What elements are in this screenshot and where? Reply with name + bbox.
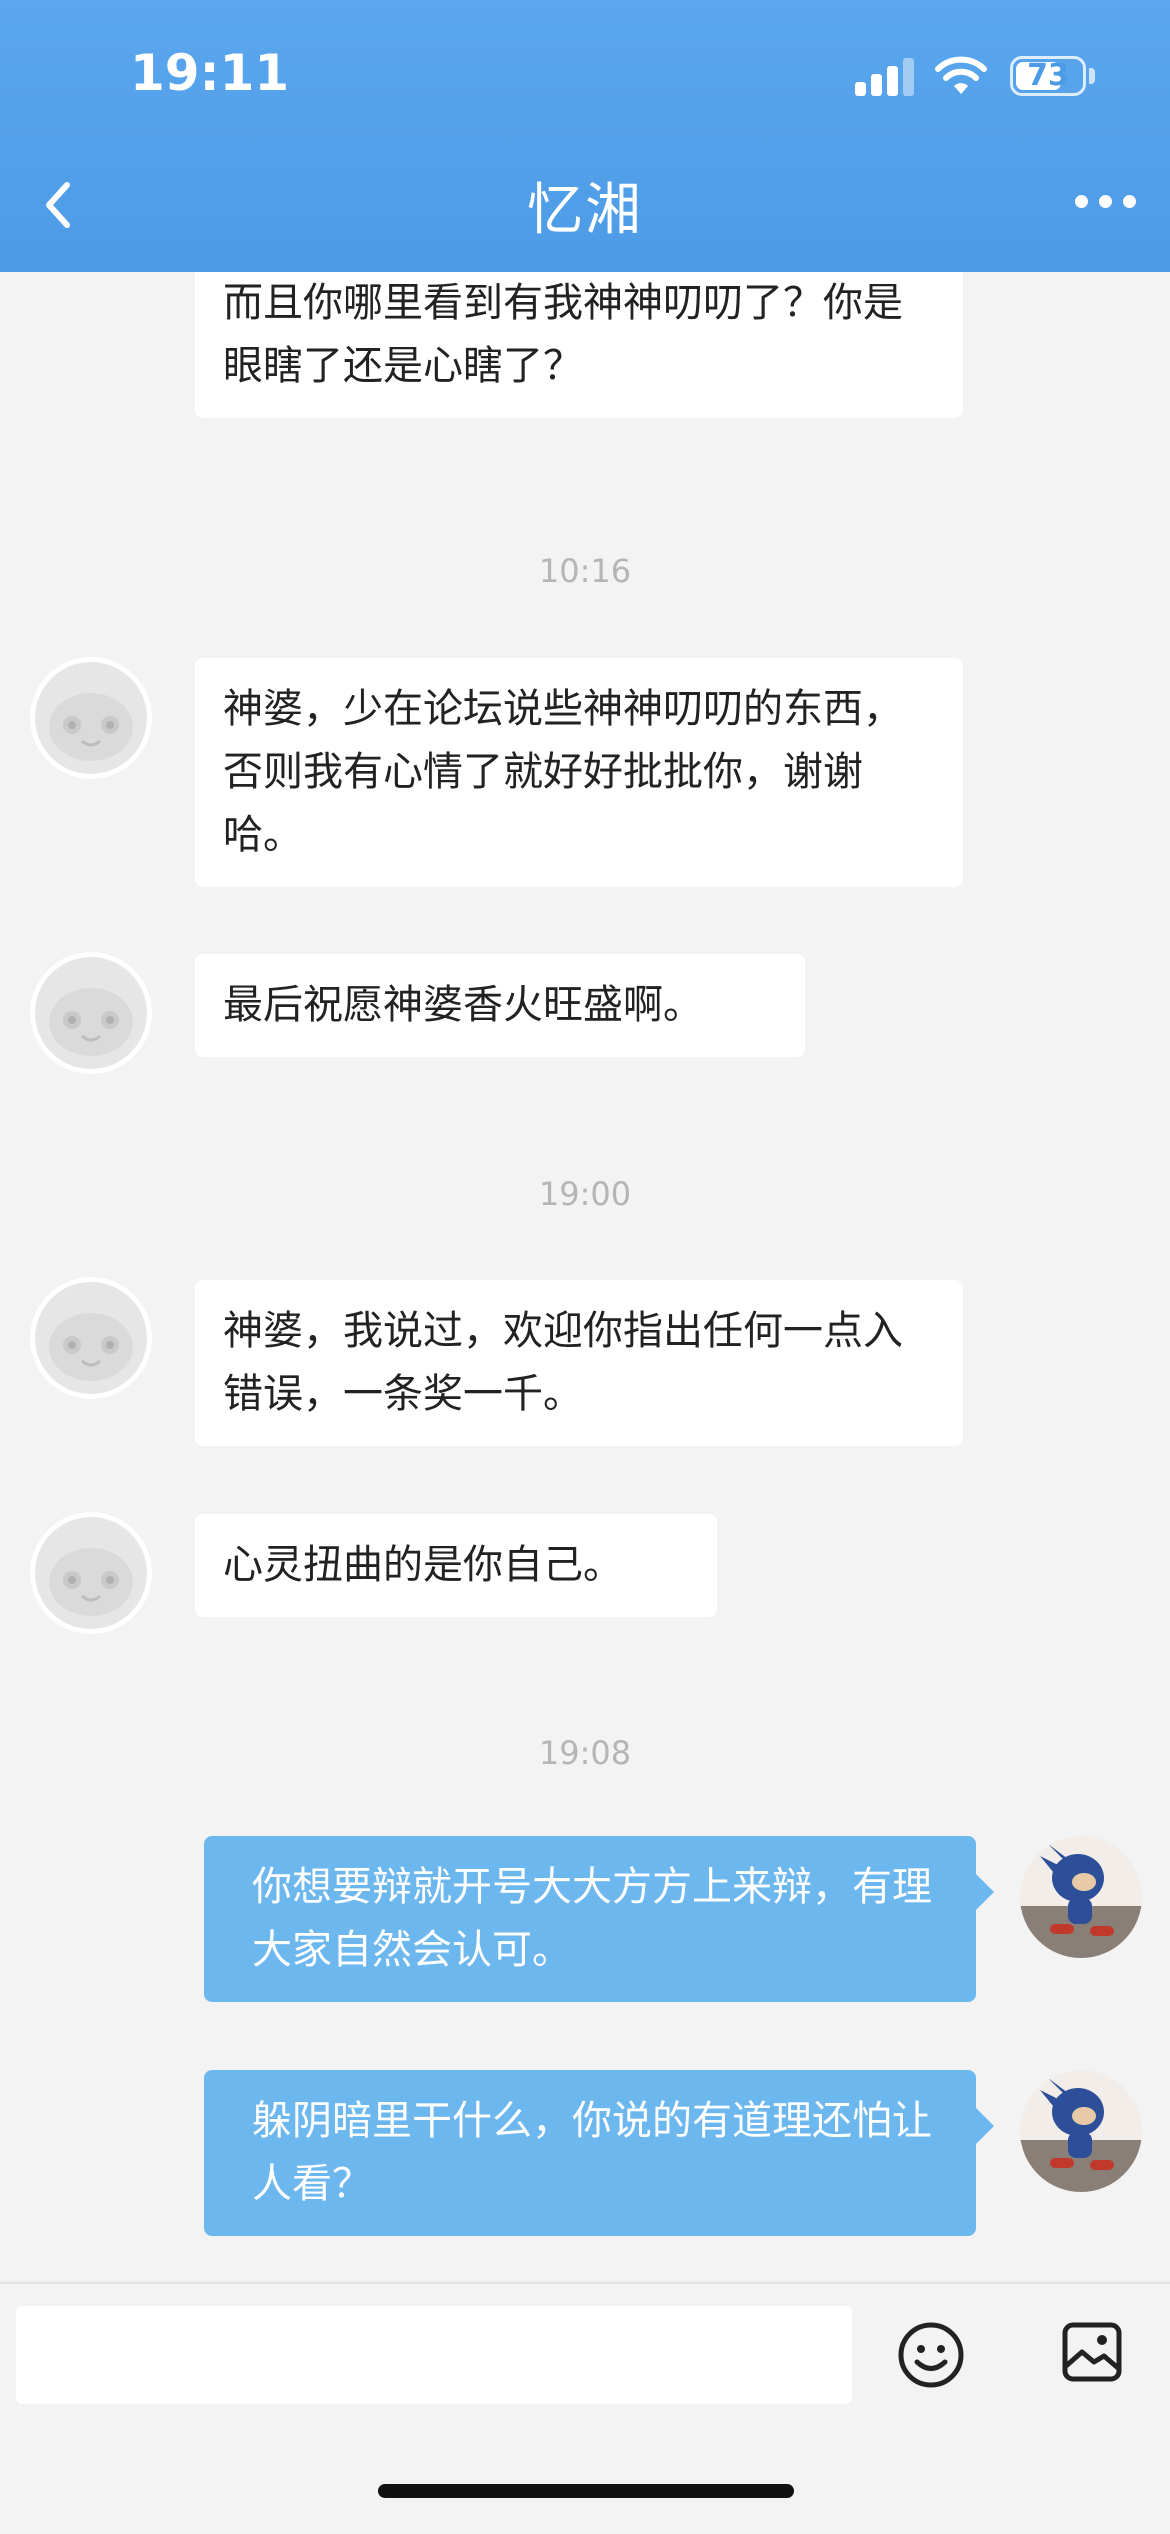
message-bubble-outgoing[interactable]: 躲阴暗里干什么，你说的有道理还怕让人看？	[204, 2070, 994, 2236]
page-title: 忆湘	[527, 178, 643, 243]
wifi-icon	[935, 56, 987, 94]
default-avatar-icon[interactable]	[30, 952, 152, 1074]
message-text: 神婆，少在论坛说些神神叨叨的东西，否则我有心情了就好好批批你，谢谢哈。	[223, 686, 903, 858]
message-timestamp: 19:08	[538, 1734, 632, 1772]
message-text: 完时要误机，也好意思大谈自己有道。而且你哪里看到有我神神叨叨了？你是眼瞎了还是心…	[223, 280, 903, 389]
message-bubble-incoming[interactable]: 最后祝愿神婆香火旺盛啊。	[195, 954, 805, 1057]
top-bar: 19:11 73 忆湘	[0, 0, 1170, 272]
message-bubble-incoming[interactable]: 神婆，我说过，欢迎你指出任何一点入错误，一条奖一千。	[195, 1280, 963, 1446]
home-indicator[interactable]	[378, 2484, 794, 2498]
battery-tip	[1089, 68, 1095, 84]
battery-percentage: 73	[1027, 58, 1069, 93]
message-text: 最后祝愿神婆香火旺盛啊。	[223, 982, 703, 1028]
user-avatar-icon[interactable]	[1020, 1836, 1142, 1958]
more-dots-icon[interactable]	[1075, 195, 1139, 215]
message-text: 躲阴暗里干什么，你说的有道理还怕让人看？	[252, 2098, 932, 2207]
message-bubble-outgoing[interactable]: 你想要辩就开号大大方方上来辩，有理大家自然会认可。	[204, 1836, 994, 2002]
message-bubble-incoming[interactable]: 完时要误机，也好意思大谈自己有道。而且你哪里看到有我神神叨叨了？你是眼瞎了还是心…	[195, 272, 963, 418]
message-bubble-incoming[interactable]: 心灵扭曲的是你自己。	[195, 1514, 717, 1617]
image-icon[interactable]	[1060, 2320, 1124, 2384]
message-timestamp: 10:16	[538, 552, 632, 590]
status-time: 19:11	[130, 44, 290, 102]
message-timestamp: 19:00	[538, 1175, 632, 1213]
message-input[interactable]	[16, 2306, 852, 2404]
cellular-signal-icon	[855, 58, 917, 96]
battery-icon: 73	[1010, 56, 1086, 96]
message-list[interactable]: 完时要误机，也好意思大谈自己有道。而且你哪里看到有我神神叨叨了？你是眼瞎了还是心…	[0, 272, 1170, 2282]
message-text: 你想要辩就开号大大方方上来辩，有理大家自然会认可。	[252, 1864, 932, 1973]
message-text: 心灵扭曲的是你自己。	[223, 1542, 623, 1588]
message-text: 神婆，我说过，欢迎你指出任何一点入错误，一条奖一千。	[223, 1308, 903, 1417]
default-avatar-icon[interactable]	[30, 1512, 152, 1634]
default-avatar-icon[interactable]	[30, 657, 152, 779]
user-avatar-icon[interactable]	[1020, 2070, 1142, 2192]
default-avatar-icon[interactable]	[30, 1277, 152, 1399]
message-bubble-incoming[interactable]: 神婆，少在论坛说些神神叨叨的东西，否则我有心情了就好好批批你，谢谢哈。	[195, 658, 963, 887]
emoji-icon[interactable]	[895, 2319, 967, 2391]
